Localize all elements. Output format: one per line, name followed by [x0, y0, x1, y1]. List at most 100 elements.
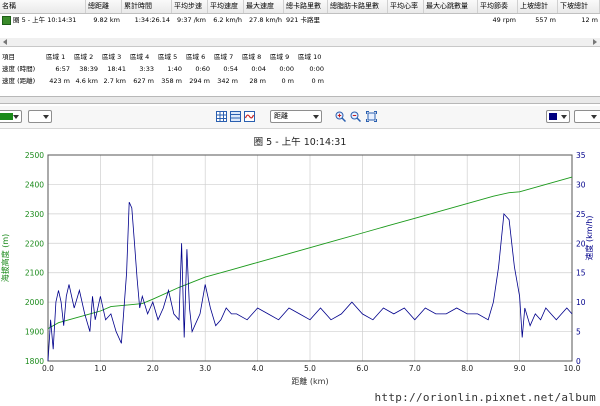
y-left-tick-label: 2200: [25, 239, 44, 248]
y-left-tick-label: 2500: [25, 151, 44, 160]
right-color-swatch: [549, 113, 557, 120]
chart-grid: [47, 154, 573, 362]
x-tick-label: 9.0: [514, 364, 526, 373]
scroll-left-arrow-icon[interactable]: [3, 39, 7, 45]
x-tick-label: 5.0: [304, 364, 316, 373]
zoom-out-icon[interactable]: [350, 111, 362, 123]
zone-cell: 423 m: [49, 77, 70, 85]
x-tick-label: 7.0: [409, 364, 421, 373]
lap-cell: 921 卡路里: [286, 16, 320, 24]
chart-toolbar: 距離: [0, 106, 600, 129]
lap-name-cell: 圈 5 - 上午 10:14:31: [0, 14, 86, 26]
zone-col-header: 區域 10: [298, 53, 322, 61]
lap-cell: 9.82 km: [93, 16, 120, 24]
y-right-tick-label: 30: [576, 180, 586, 189]
lap-summary-table: 名稱 總距離 累計時間 平均步速 平均速度 最大速度 總卡路里數 總脂肪卡路里數…: [0, 0, 600, 39]
col-header[interactable]: 名稱: [0, 0, 86, 13]
lap-cell: 557 m: [535, 16, 556, 24]
zone-cell: 4.6 km: [75, 77, 99, 85]
x-tick-label: 6.0: [356, 364, 368, 373]
lap-table-header: 名稱 總距離 累計時間 平均步速 平均速度 最大速度 總卡路里數 總脂肪卡路里數…: [0, 0, 600, 14]
zone-row-time: 速度 (時間) 6:57 38:39 18:41 3:33 1:40 0:60 …: [0, 63, 340, 75]
zone-col-header: 區域 8: [242, 53, 262, 61]
zone-cell: 0:54: [223, 65, 238, 73]
zone-col-header: 區域 7: [214, 53, 234, 61]
zone-cell: 28 m: [249, 77, 266, 85]
right-axis-color-dropdown[interactable]: [546, 110, 570, 123]
col-header[interactable]: 平均步速: [172, 0, 208, 13]
watermark-url: http://orionlin.pixnet.net/album: [374, 391, 596, 404]
chevron-down-icon: [561, 115, 567, 119]
lap-cell: [424, 14, 478, 26]
left-axis-color-dropdown[interactable]: [0, 110, 22, 123]
right-axis-data-dropdown[interactable]: [574, 110, 600, 123]
grid-icon[interactable]: [216, 111, 227, 122]
smooth-icon[interactable]: [244, 111, 255, 122]
y-right-tick-label: 35: [576, 151, 586, 160]
zone-col-header: 區域 9: [270, 53, 290, 61]
lap-cell: [388, 14, 424, 26]
zone-col-header: 區域 2: [74, 53, 94, 61]
zoom-fit-icon[interactable]: [366, 111, 377, 122]
lap-icon: [2, 15, 11, 25]
y-right-tick-label: 5: [576, 328, 581, 337]
zone-col-header: 區域 5: [158, 53, 178, 61]
y-right-tick-label: 15: [576, 269, 586, 278]
zone-cell: 0:60: [195, 65, 210, 73]
y-left-tick-label: 1800: [25, 357, 44, 366]
col-header[interactable]: 總脂肪卡路里數: [328, 0, 388, 13]
chevron-down-icon: [43, 115, 49, 119]
col-header[interactable]: 下坡總計: [558, 0, 600, 13]
y-left-tick-label: 1900: [25, 328, 44, 337]
col-header[interactable]: 總卡路里數: [284, 0, 328, 13]
col-header[interactable]: 最大心跳數量: [424, 0, 478, 13]
col-header[interactable]: 累計時間: [122, 0, 172, 13]
scroll-right-arrow-icon[interactable]: [593, 39, 597, 45]
col-header[interactable]: 上坡總計: [518, 0, 558, 13]
zone-cell: 2.7 km: [103, 77, 127, 85]
zone-cell: 1:40: [167, 65, 182, 73]
lap-cell: 9:37 /km: [177, 16, 206, 24]
zone-table: 項目 區域 1 區域 2 區域 3 區域 4 區域 5 區域 6 區域 7 區域…: [0, 51, 340, 87]
left-color-swatch: [0, 113, 13, 120]
zone-cell: 38:39: [79, 65, 98, 73]
lap-cell: 12 m: [581, 16, 598, 24]
zone-cell: 627 m: [133, 77, 154, 85]
lap-row[interactable]: 圈 5 - 上午 10:14:31 9.82 km 1:34:26.14 9:3…: [0, 14, 600, 26]
left-axis-data-dropdown[interactable]: [28, 110, 52, 123]
zoom-in-icon[interactable]: [335, 111, 347, 123]
zone-cell: 358 m: [161, 77, 182, 85]
x-axis-select[interactable]: 距離: [270, 110, 322, 123]
zone-cell: 18:41: [107, 65, 126, 73]
col-header[interactable]: 最大速度: [244, 0, 284, 13]
panel-splitter[interactable]: [0, 96, 600, 104]
zone-cell: 0 m: [281, 77, 294, 85]
x-tick-label: 3.0: [199, 364, 211, 373]
col-header[interactable]: 平均節奏: [478, 0, 518, 13]
zone-cell: 3:33: [139, 65, 154, 73]
elevation-speed-chart[interactable]: 0.0 1.0 2.0 3.0 4.0 5.0 6.0 7.0 8.0 9.0 10.0180019…: [0, 130, 600, 406]
horizontal-scrollbar[interactable]: [0, 38, 600, 47]
lap-cell: 27.8 km/h: [249, 16, 282, 24]
zone-cell: 342 m: [217, 77, 238, 85]
lap-cell: 1:34:26.14: [134, 16, 170, 24]
x-tick-label: 8.0: [461, 364, 473, 373]
col-header[interactable]: 總距離: [86, 0, 122, 13]
y-left-tick-label: 2400: [25, 180, 44, 189]
lap-cell: 6.2 km/h: [213, 16, 242, 24]
lap-cell: [328, 14, 388, 26]
table-icon[interactable]: [230, 111, 241, 122]
y-right-tick-label: 0: [576, 357, 581, 366]
y-left-tick-label: 2100: [25, 269, 44, 278]
y-right-tick-label: 10: [576, 298, 586, 307]
zone-col-header: 區域 3: [102, 53, 122, 61]
zone-cell: 294 m: [189, 77, 210, 85]
chevron-down-icon: [313, 115, 319, 119]
x-tick-label: 1.0: [94, 364, 106, 373]
x-axis-label: 距離 (km): [291, 376, 328, 386]
col-header[interactable]: 平均速度: [208, 0, 244, 13]
col-header[interactable]: 平均心率: [388, 0, 424, 13]
lap-cell: 49 rpm: [492, 16, 516, 24]
zone-cell: 6:57: [55, 65, 70, 73]
y-axis-label-right: 速度 (km/h): [584, 216, 594, 261]
